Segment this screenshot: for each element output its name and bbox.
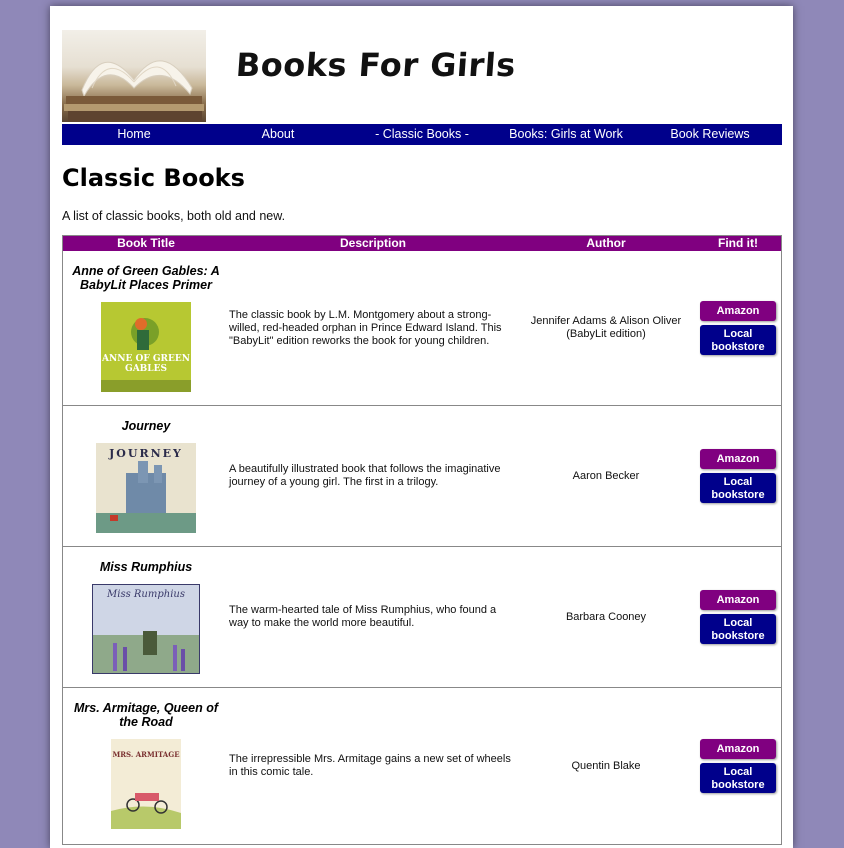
nav-item-home[interactable]: Home <box>62 124 206 145</box>
nav-item-classic-books[interactable]: - Classic Books - <box>350 124 494 145</box>
table-row: Mrs. Armitage, Queen of the Road MRS. AR… <box>63 688 781 845</box>
book-author: Aaron Becker <box>572 469 640 482</box>
nav-item-book-reviews[interactable]: Book Reviews <box>638 124 782 145</box>
book-cover-image[interactable]: MRS. ARMITAGE <box>111 739 181 829</box>
book-author: Quentin Blake <box>571 759 641 772</box>
book-description: The classic book by L.M. Montgomery abou… <box>229 308 502 347</box>
book-title: Anne of Green Gables: A BabyLit Places P… <box>72 264 220 292</box>
book-description: The irrepressible Mrs. Armitage gains a … <box>229 753 511 778</box>
book-description: A beautifully illustrated book that foll… <box>229 463 501 488</box>
book-author: Jennifer Adams & Alison Oliver (BabyLit … <box>530 315 682 340</box>
local-bookstore-button[interactable]: Local bookstore <box>700 763 776 793</box>
table-row: Anne of Green Gables: A BabyLit Places P… <box>63 251 781 406</box>
header-author: Author <box>586 236 626 250</box>
amazon-button[interactable]: Amazon <box>700 449 776 469</box>
book-author: Barbara Cooney <box>565 610 647 623</box>
author-cell: Barbara Cooney <box>517 547 695 687</box>
header-book-title: Book Title <box>117 236 175 250</box>
local-bookstore-button[interactable]: Local bookstore <box>700 614 776 644</box>
page-container: Books For Girls Home About - Classic Boo… <box>50 6 793 848</box>
page-title: Classic Books <box>62 164 245 192</box>
main-nav: Home About - Classic Books - Books: Girl… <box>62 124 782 145</box>
author-cell: Jennifer Adams & Alison Oliver (BabyLit … <box>517 251 695 405</box>
description-cell: The classic book by L.M. Montgomery abou… <box>229 251 517 405</box>
book-description: The warm-hearted tale of Miss Rumphius, … <box>229 604 497 629</box>
nav-item-about[interactable]: About <box>206 124 350 145</box>
book-cover-image[interactable]: ANNE OF GREEN GABLES <box>101 302 191 392</box>
book-title-cell: Anne of Green Gables: A BabyLit Places P… <box>63 251 229 405</box>
cover-text: MRS. ARMITAGE <box>112 750 180 759</box>
book-title-cell: Journey JOURNEY <box>63 406 229 546</box>
nav-item-girls-at-work[interactable]: Books: Girls at Work <box>494 124 638 145</box>
book-cover-image[interactable]: Miss Rumphius <box>92 584 200 674</box>
table-row: Journey JOURNEY A beautifully illustrate… <box>63 406 781 547</box>
site-title: Books For Girls <box>234 46 518 84</box>
cover-text: JOURNEY <box>109 447 183 460</box>
amazon-button[interactable]: Amazon <box>700 301 776 321</box>
author-cell: Aaron Becker <box>517 406 695 546</box>
table-header-row: Book Title Description Author Find it! <box>63 236 781 251</box>
amazon-button[interactable]: Amazon <box>700 739 776 759</box>
book-title: Mrs. Armitage, Queen of the Road <box>73 701 218 729</box>
description-cell: A beautifully illustrated book that foll… <box>229 406 517 546</box>
book-title-cell: Miss Rumphius Miss Rumphius <box>63 547 229 687</box>
table-row: Miss Rumphius Miss Rumphius The warm-hea… <box>63 547 781 688</box>
cover-text: Miss Rumphius <box>107 589 185 600</box>
amazon-button[interactable]: Amazon <box>700 590 776 610</box>
site-header: Books For Girls <box>62 30 782 124</box>
book-cover-image[interactable]: JOURNEY <box>96 443 196 533</box>
description-cell: The warm-hearted tale of Miss Rumphius, … <box>229 547 517 687</box>
book-title-cell: Mrs. Armitage, Queen of the Road MRS. AR… <box>63 688 229 844</box>
book-title: Journey <box>121 419 171 433</box>
book-title: Miss Rumphius <box>99 560 193 574</box>
header-find-it: Find it! <box>718 236 758 250</box>
open-book-logo-image <box>62 30 206 122</box>
local-bookstore-button[interactable]: Local bookstore <box>700 325 776 355</box>
cover-text: ANNE OF GREEN GABLES <box>102 354 190 374</box>
local-bookstore-button[interactable]: Local bookstore <box>700 473 776 503</box>
find-it-cell: Amazon Local bookstore <box>695 547 781 687</box>
description-cell: The irrepressible Mrs. Armitage gains a … <box>229 688 517 844</box>
author-cell: Quentin Blake <box>517 688 695 844</box>
books-table: Book Title Description Author Find it! A… <box>62 235 782 845</box>
page-intro: A list of classic books, both old and ne… <box>62 209 286 223</box>
header-description: Description <box>339 236 406 250</box>
find-it-cell: Amazon Local bookstore <box>695 688 781 844</box>
find-it-cell: Amazon Local bookstore <box>695 406 781 546</box>
find-it-cell: Amazon Local bookstore <box>695 251 781 405</box>
